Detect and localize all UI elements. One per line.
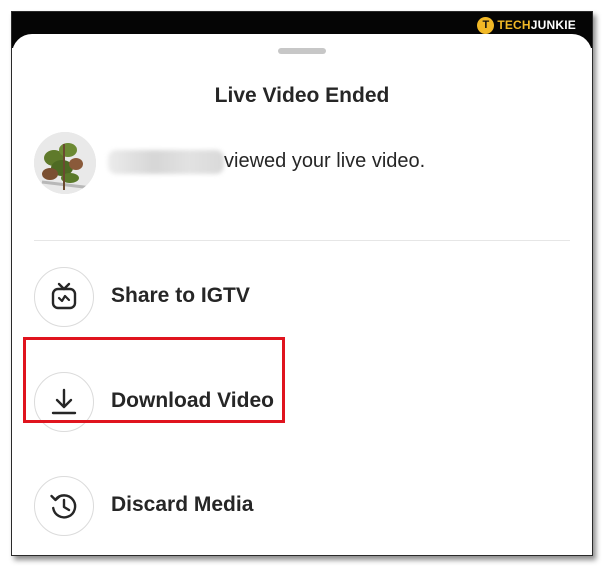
discard-media-button[interactable]: Discard Media	[34, 476, 574, 540]
watermark-brand-part1: TECH	[497, 18, 531, 32]
divider	[34, 240, 570, 241]
techjunkie-watermark: T TECH JUNKIE	[477, 16, 576, 34]
sheet-drag-handle[interactable]	[278, 48, 326, 54]
sheet-title: Live Video Ended	[214, 84, 390, 107]
watermark-brand-part2: JUNKIE	[530, 18, 576, 32]
share-to-igtv-button[interactable]: Share to IGTV	[34, 267, 574, 331]
download-highlight-box	[23, 337, 285, 423]
bottom-sheet: Live Video Ended viewed your live video.	[12, 34, 592, 555]
viewer-row[interactable]: viewed your live video.	[34, 130, 574, 194]
discard-icon-circle	[34, 476, 94, 536]
viewer-message: viewed your live video.	[224, 150, 426, 172]
techjunkie-logo-icon: T	[477, 16, 495, 34]
screenshot-frame: T TECH JUNKIE Live Video Ended viewed yo…	[11, 11, 593, 556]
discard-media-label: Discard Media	[111, 493, 254, 516]
history-discard-icon	[50, 494, 77, 519]
igtv-icon-circle	[34, 267, 94, 327]
igtv-icon	[51, 282, 77, 310]
share-to-igtv-label: Share to IGTV	[111, 284, 250, 307]
viewer-username-blurred[interactable]	[108, 150, 224, 174]
viewer-avatar[interactable]	[34, 132, 96, 194]
